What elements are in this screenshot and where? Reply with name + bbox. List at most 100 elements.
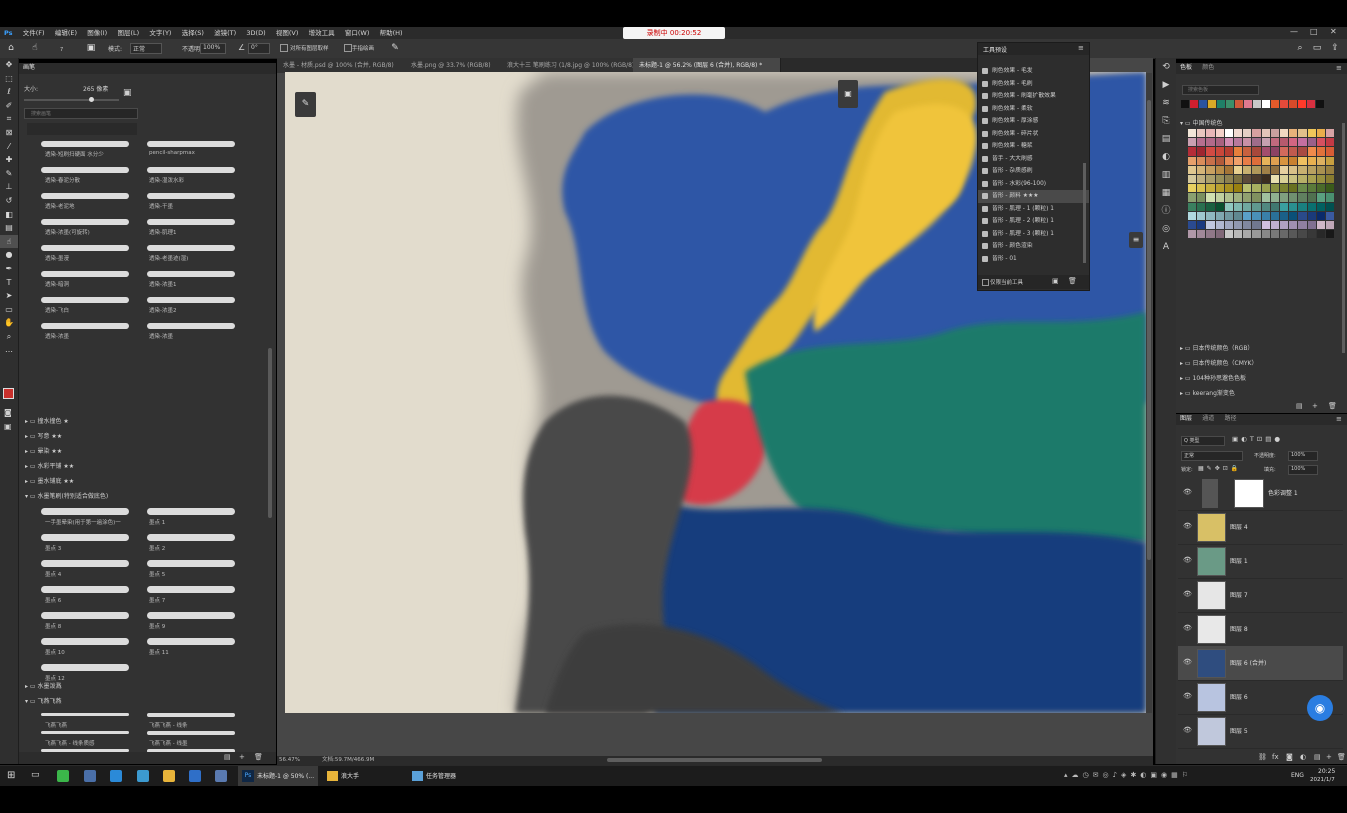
- swatch[interactable]: [1270, 221, 1279, 230]
- horizontal-scrollbar[interactable]: [607, 758, 822, 762]
- visibility-eye-icon[interactable]: 👁: [1183, 590, 1192, 598]
- brush-name[interactable]: 透染-墨漫: [45, 254, 69, 262]
- swatch[interactable]: [1280, 184, 1289, 193]
- search-icon[interactable]: ⌕: [1295, 43, 1305, 53]
- shape-tool-icon[interactable]: ▭: [0, 303, 18, 317]
- move-tool-icon[interactable]: ✥: [0, 58, 18, 72]
- swatch[interactable]: [1253, 100, 1261, 108]
- swatch[interactable]: [1197, 202, 1206, 211]
- new-group-icon[interactable]: ▤: [224, 753, 231, 761]
- menu-item-window[interactable]: 窗口(W): [341, 27, 374, 39]
- opacity-input[interactable]: 100%: [200, 43, 226, 54]
- swatch[interactable]: [1280, 193, 1289, 202]
- swatch[interactable]: [1243, 147, 1252, 156]
- swatch[interactable]: [1326, 129, 1335, 138]
- swatch[interactable]: [1243, 175, 1252, 184]
- tool-preset-item[interactable]: 皆形 - 颜色渲染: [978, 240, 1089, 253]
- adjustments-icon[interactable]: ◐: [1156, 148, 1176, 166]
- swatch[interactable]: [1316, 156, 1325, 165]
- swatch[interactable]: [1280, 211, 1289, 220]
- new-brush-icon[interactable]: ▣: [123, 88, 132, 98]
- layer-row[interactable]: 👁 图层 8: [1178, 612, 1343, 647]
- actions-icon[interactable]: ▶: [1156, 76, 1176, 94]
- app-icon-7[interactable]: [215, 770, 227, 782]
- sample-all-checkbox[interactable]: [280, 44, 288, 52]
- visibility-eye-icon[interactable]: 👁: [1183, 658, 1192, 666]
- swatch[interactable]: [1215, 129, 1224, 138]
- blend-mode-select[interactable]: 正常: [1181, 451, 1243, 461]
- swatch[interactable]: [1261, 175, 1270, 184]
- swatch[interactable]: [1298, 184, 1307, 193]
- swatch[interactable]: [1234, 193, 1243, 202]
- swatch[interactable]: [1243, 129, 1252, 138]
- delete-layer-icon[interactable]: 🗑: [1337, 753, 1346, 761]
- swatch[interactable]: [1289, 100, 1297, 108]
- swatch[interactable]: [1316, 184, 1325, 193]
- swatch[interactable]: [1215, 175, 1224, 184]
- tab-swatches[interactable]: 色板: [1176, 63, 1196, 73]
- swatch[interactable]: [1224, 202, 1233, 211]
- maximize-button[interactable]: □: [1310, 27, 1318, 36]
- swatch[interactable]: [1188, 165, 1197, 174]
- swatch[interactable]: [1197, 193, 1206, 202]
- swatch[interactable]: [1280, 221, 1289, 230]
- ink-brush-preview[interactable]: [41, 534, 129, 541]
- swatch[interactable]: [1280, 129, 1289, 138]
- brush-stroke-preview[interactable]: [147, 323, 235, 329]
- swatch[interactable]: [1316, 202, 1325, 211]
- menu-item-edit[interactable]: 编辑(E): [51, 27, 81, 39]
- swatch[interactable]: [1307, 230, 1316, 239]
- brush-folder[interactable]: ▸ ▭ 晕染 ★★: [25, 444, 265, 459]
- swatch[interactable]: [1243, 156, 1252, 165]
- swatch[interactable]: [1234, 175, 1243, 184]
- brush-stroke-preview[interactable]: [41, 141, 129, 147]
- swatch[interactable]: [1197, 175, 1206, 184]
- brush-tool-icon[interactable]: ✎: [0, 167, 18, 181]
- swatch[interactable]: [1215, 221, 1224, 230]
- swatch[interactable]: [1280, 100, 1288, 108]
- swatch[interactable]: [1206, 129, 1215, 138]
- swatch[interactable]: [1307, 221, 1316, 230]
- menu-item-type[interactable]: 文字(Y): [145, 27, 175, 39]
- layer-opacity-input[interactable]: 100%: [1288, 451, 1318, 461]
- lasso-tool-icon[interactable]: ℓ: [0, 85, 18, 99]
- tab-color[interactable]: 颜色: [1198, 63, 1218, 73]
- brush-name[interactable]: 墨点 9: [149, 622, 165, 630]
- brush-name[interactable]: 墨点 5: [149, 570, 165, 578]
- swatch[interactable]: [1298, 221, 1307, 230]
- swatch[interactable]: [1280, 147, 1289, 156]
- brush-stroke-preview[interactable]: [147, 167, 235, 173]
- swatch[interactable]: [1234, 156, 1243, 165]
- swatch[interactable]: [1215, 138, 1224, 147]
- brush-name[interactable]: 墨点 4: [45, 570, 61, 578]
- swatch[interactable]: [1262, 100, 1270, 108]
- brush-size-value[interactable]: 265 像素: [83, 84, 108, 93]
- layer-row[interactable]: 👁 图层 7: [1178, 578, 1343, 613]
- foreground-color-swatch[interactable]: [3, 388, 14, 399]
- gradient-tool-icon[interactable]: ▤: [0, 221, 18, 235]
- swatch[interactable]: [1243, 193, 1252, 202]
- swatch[interactable]: [1190, 100, 1198, 108]
- brush-name[interactable]: 透染-浓墨: [149, 332, 173, 340]
- brush-name[interactable]: 透染-老墨迹(湿): [149, 254, 188, 262]
- swatch[interactable]: [1224, 230, 1233, 239]
- swatch[interactable]: [1206, 202, 1215, 211]
- new-swatch-icon[interactable]: +: [1312, 402, 1318, 410]
- swatch[interactable]: [1316, 175, 1325, 184]
- type-tool-icon[interactable]: T: [0, 276, 18, 290]
- fly-brush-preview[interactable]: [147, 713, 235, 717]
- menu-item-3d[interactable]: 3D(D): [242, 27, 269, 39]
- fill-input[interactable]: 100%: [1288, 465, 1318, 475]
- swatch[interactable]: [1326, 211, 1335, 220]
- adjustment-layer-icon[interactable]: ◐: [1300, 753, 1306, 761]
- swatch[interactable]: [1206, 165, 1215, 174]
- swatch[interactable]: [1206, 138, 1215, 147]
- swatch[interactable]: [1215, 165, 1224, 174]
- swatch[interactable]: [1261, 211, 1270, 220]
- swatch[interactable]: [1316, 147, 1325, 156]
- swatch[interactable]: [1307, 100, 1315, 108]
- layer-row[interactable]: 👁 图层 6 (合并): [1178, 646, 1343, 681]
- taskbar-task-manager[interactable]: 任务管理器: [408, 766, 488, 787]
- crop-tool-icon[interactable]: ⌗: [0, 112, 18, 126]
- layer-row[interactable]: 👁 图层 1: [1178, 544, 1343, 579]
